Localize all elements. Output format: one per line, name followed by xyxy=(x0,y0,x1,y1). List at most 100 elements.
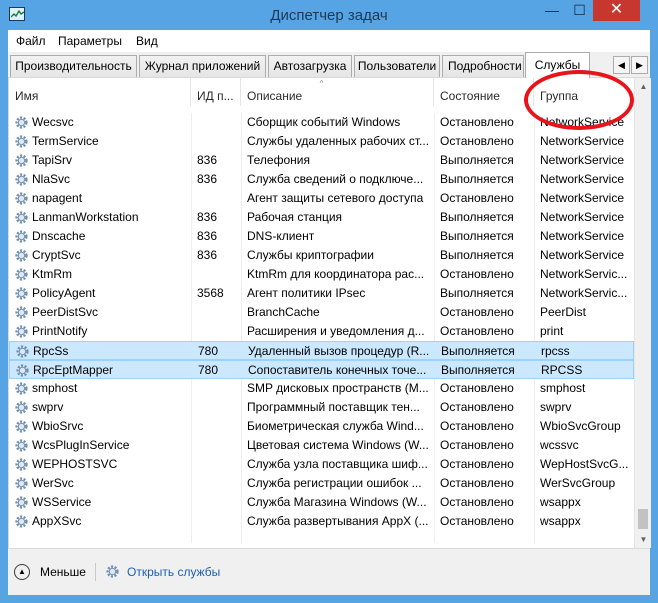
tab-users[interactable]: Пользователи xyxy=(354,55,440,77)
chevron-up-icon: ▲ xyxy=(14,564,30,580)
col-description[interactable]: Описание xyxy=(241,78,434,106)
service-name: smphost xyxy=(32,381,78,395)
service-description: Удаленный вызов процедур (R... xyxy=(248,344,430,358)
fewer-details-label: Меньше xyxy=(40,565,86,579)
table-row[interactable]: LanmanWorkstation 836 Рабочая станция Выпол… xyxy=(9,208,634,227)
table-row[interactable]: TermService Службы удаленных рабочих ст..… xyxy=(9,132,634,151)
table-row[interactable]: napagent Агент защиты сетевого доступа Ост… xyxy=(9,189,634,208)
col-name[interactable]: Имя xyxy=(9,78,191,106)
scroll-thumb[interactable] xyxy=(638,509,648,529)
service-status: Остановлено xyxy=(440,267,514,281)
service-description: Рабочая станция xyxy=(247,210,343,224)
service-pid xyxy=(191,265,241,284)
service-name: TapiSrv xyxy=(32,153,73,167)
service-name: RpcSs xyxy=(33,344,69,358)
vertical-scrollbar[interactable]: ▲ ▼ xyxy=(634,78,651,548)
col-group[interactable]: Группа xyxy=(534,78,634,106)
table-row[interactable]: CryptSvc 836 Службы криптографии Выполняетс… xyxy=(9,246,634,265)
table-row[interactable]: KtmRm KtmRm для координатора рас... Остано… xyxy=(9,265,634,284)
menu-file[interactable]: Файл xyxy=(16,34,46,48)
table-row[interactable]: TapiSrv 836 Телефония Выполняется NetworkSer… xyxy=(9,151,634,170)
service-description: Служба сведений о подключе... xyxy=(247,172,424,186)
service-name: Wecsvc xyxy=(32,115,74,129)
table-row[interactable]: PeerDistSvc BranchCache Остановлено PeerDis… xyxy=(9,303,634,322)
service-description: Служба узла поставщика шиф... xyxy=(247,457,428,471)
col-pid[interactable]: ИД п... xyxy=(191,78,241,106)
minimize-button[interactable]: — xyxy=(538,0,566,21)
table-row[interactable]: PolicyAgent 3568 Агент политики IPsec Выпол… xyxy=(9,284,634,303)
service-description: Службы удаленных рабочих ст... xyxy=(247,134,430,148)
table-row[interactable]: PrintNotify Расширения и уведомления д...… xyxy=(9,322,634,341)
service-pid xyxy=(191,113,241,132)
maximize-button[interactable]: ☐ xyxy=(566,0,593,21)
service-status: Остановлено xyxy=(440,514,514,528)
service-status: Выполняется xyxy=(440,210,514,224)
service-pid xyxy=(191,398,241,417)
service-name: LanmanWorkstation xyxy=(32,210,139,224)
service-group: swprv xyxy=(540,400,572,414)
scroll-down-icon[interactable]: ▼ xyxy=(635,531,652,548)
tab-startup[interactable]: Автозагрузка xyxy=(268,55,352,77)
table-row[interactable]: AppXSvc Служба развертывания AppX (... Ост… xyxy=(9,512,634,531)
service-name: WcsPlugInService xyxy=(32,438,130,452)
service-description: Служба регистрации ошибок ... xyxy=(247,476,422,490)
tab-performance[interactable]: Производительность xyxy=(10,55,137,77)
service-description: Служба развертывания AppX (... xyxy=(247,514,429,528)
service-status: Выполняется xyxy=(440,153,514,167)
service-pid: 836 xyxy=(197,172,218,186)
close-button[interactable]: ✕ xyxy=(593,0,640,21)
service-group: wsappx xyxy=(540,514,581,528)
service-description: Цветовая система Windows (W... xyxy=(247,438,429,452)
footer-separator xyxy=(95,563,96,581)
tab-scroll-right-button[interactable]: ▶ xyxy=(631,56,648,74)
table-row[interactable]: RpcSs 780 Удаленный вызов процедур (R... Вы… xyxy=(9,341,634,360)
services-list: ^ Имя ИД п... Описание Состояние Группа … xyxy=(8,78,651,548)
table-row[interactable]: RpcEptMapper 780 Сопоставитель конечных то… xyxy=(9,360,634,379)
service-group: print xyxy=(540,324,564,338)
table-row[interactable]: Wecsvc Сборщик событий Windows Остановлено… xyxy=(9,113,634,132)
tab-scroll-left-button[interactable]: ◀ xyxy=(613,56,630,74)
tab-services[interactable]: Службы xyxy=(525,52,590,78)
service-status: Остановлено xyxy=(440,381,514,395)
scroll-up-icon[interactable]: ▲ xyxy=(635,78,652,95)
table-row[interactable]: swprv Программный поставщик тен... Останов… xyxy=(9,398,634,417)
service-name: WbioSrvc xyxy=(32,419,84,433)
table-row[interactable]: smphost SMP дисковых пространств (М... Ост… xyxy=(9,379,634,398)
service-name: RpcEptMapper xyxy=(33,363,114,377)
service-group: wcssvc xyxy=(540,438,579,452)
service-name: PolicyAgent xyxy=(32,286,96,300)
service-pid: 836 xyxy=(197,153,218,167)
service-description: Служба Магазина Windows (W... xyxy=(247,495,427,509)
title-bar[interactable]: Диспетчер задач — ☐ ✕ xyxy=(0,0,658,30)
tab-details[interactable]: Подробности xyxy=(442,55,524,77)
table-row[interactable]: WcsPlugInService Цветовая система Windows… xyxy=(9,436,634,455)
service-pid xyxy=(191,322,241,341)
service-pid: 780 xyxy=(198,344,219,358)
service-name: Dnscache xyxy=(32,229,86,243)
service-description: Службы криптографии xyxy=(247,248,374,262)
service-group: NetworkService xyxy=(540,248,625,262)
menu-options[interactable]: Параметры xyxy=(58,34,122,48)
table-row[interactable]: WerSvc Служба регистрации ошибок ... Остан… xyxy=(9,474,634,493)
menu-view[interactable]: Вид xyxy=(136,34,158,48)
table-row[interactable]: WbioSrvc Биометрическая служба Wind... Ост… xyxy=(9,417,634,436)
table-row[interactable]: Dnscache 836 DNS-клиент Выполняется NetworkS… xyxy=(9,227,634,246)
tab-app-history[interactable]: Журнал приложений xyxy=(139,55,266,77)
service-pid xyxy=(191,493,241,512)
service-group: WepHostSvcG... xyxy=(540,457,629,471)
table-row[interactable]: NlaSvc 836 Служба сведений о подключе... Вы… xyxy=(9,170,634,189)
gear-icon xyxy=(106,565,119,578)
service-status: Выполняется xyxy=(440,172,514,186)
table-row[interactable]: WEPHOSTSVC Служба узла поставщика шиф... О… xyxy=(9,455,634,474)
service-status: Выполняется xyxy=(440,286,514,300)
service-description: Программный поставщик тен... xyxy=(247,400,420,414)
service-pid xyxy=(191,436,241,455)
service-description: Агент политики IPsec xyxy=(247,286,366,300)
col-status[interactable]: Состояние xyxy=(434,78,534,106)
service-name: napagent xyxy=(32,191,83,205)
service-description: Телефония xyxy=(247,153,310,167)
table-row[interactable]: WSService Служба Магазина Windows (W... Ос… xyxy=(9,493,634,512)
service-status: Выполняется xyxy=(441,344,515,358)
service-group: NetworkService xyxy=(540,229,625,243)
service-group: NetworkServic... xyxy=(540,267,628,281)
